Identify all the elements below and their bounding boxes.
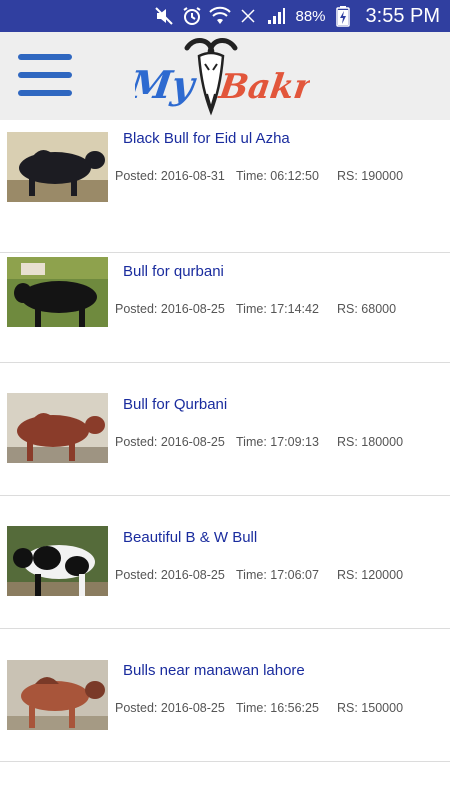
status-bar: 88% 3:55 PM	[0, 0, 450, 32]
listing-price: RS: 120000	[337, 568, 404, 582]
listing-posted-date: Posted: 2016-08-25	[115, 568, 225, 582]
list-item[interactable]: Bulls near manawan lahore Posted: 2016-0…	[0, 629, 450, 762]
battery-charging-icon	[332, 5, 354, 27]
alarm-icon	[181, 5, 203, 27]
listing-title[interactable]: Beautiful B & W Bull	[123, 529, 257, 546]
app-logo: My Bakra	[125, 34, 337, 118]
clock: 3:55 PM	[365, 4, 440, 27]
menu-line	[18, 72, 72, 78]
logo-text-bakra: Bakra	[216, 67, 310, 107]
list-item[interactable]: Bull for Qurbani Posted: 2016-08-25 Time…	[0, 363, 450, 496]
menu-line	[18, 54, 72, 60]
listing-title[interactable]: Black Bull for Eid ul Azha	[123, 130, 290, 147]
listing-posted-date: Posted: 2016-08-31	[115, 169, 225, 183]
listing-price: RS: 180000	[337, 435, 404, 449]
listing-time: Time: 17:14:42	[236, 302, 319, 316]
wifi-icon	[209, 5, 232, 27]
listing-title[interactable]: Bull for qurbani	[123, 263, 224, 280]
list-item[interactable]: Bull for qurbani Posted: 2016-08-25 Time…	[0, 230, 450, 363]
listing-photo[interactable]	[7, 526, 108, 596]
menu-line	[18, 90, 72, 96]
listing-title[interactable]: Bulls near manawan lahore	[123, 662, 305, 679]
listing-posted-date: Posted: 2016-08-25	[115, 302, 225, 316]
hamburger-menu-icon[interactable]	[18, 52, 72, 98]
listing-time: Time: 16:56:25	[236, 701, 319, 715]
battery-percent: 88%	[295, 7, 326, 25]
listing-photo[interactable]	[7, 132, 108, 202]
listing-price: RS: 68000	[337, 302, 397, 316]
listing-posted-date: Posted: 2016-08-25	[115, 701, 225, 715]
mute-icon	[153, 5, 175, 27]
listing-time: Time: 06:12:50	[236, 169, 319, 183]
app-bar: My Bakra	[0, 32, 450, 120]
listing-title[interactable]: Bull for Qurbani	[123, 396, 227, 413]
cell-signal-icon	[265, 5, 287, 27]
listing-photo[interactable]	[7, 393, 108, 463]
listing-time: Time: 17:09:13	[236, 435, 319, 449]
listing-photo[interactable]	[7, 257, 108, 327]
no-signal-icon	[237, 5, 259, 27]
listing-photo[interactable]	[7, 660, 108, 730]
listing-price: RS: 190000	[337, 169, 404, 183]
list-item[interactable]: Beautiful B & W Bull Posted: 2016-08-25 …	[0, 496, 450, 629]
listing-time: Time: 17:06:07	[236, 568, 319, 582]
listing-price: RS: 150000	[337, 701, 404, 715]
listing-posted-date: Posted: 2016-08-25	[115, 435, 225, 449]
logo-text-my: My	[135, 63, 200, 108]
